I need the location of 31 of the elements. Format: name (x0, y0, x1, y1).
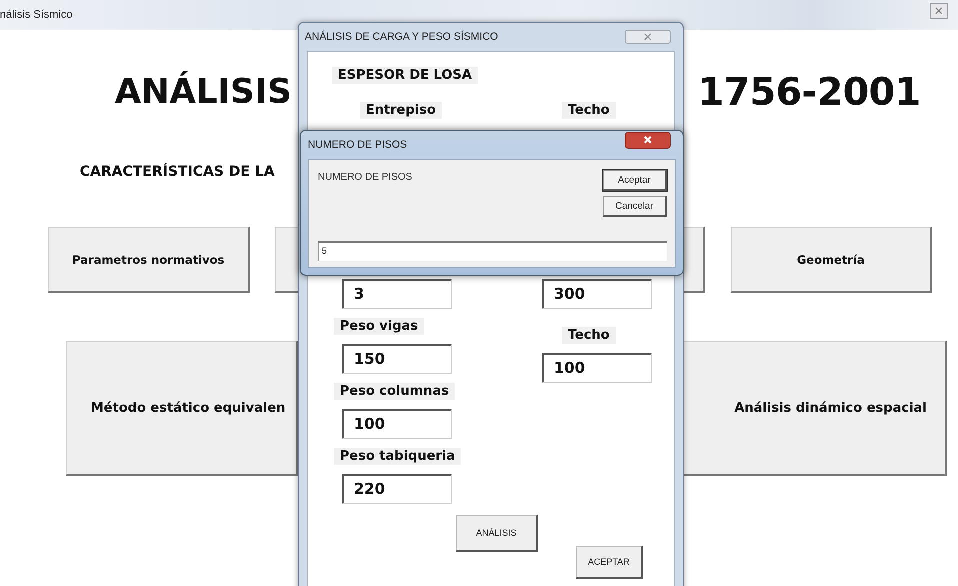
field-label: Techo (562, 102, 616, 119)
input-field[interactable]: 5 (318, 241, 667, 261)
form-button[interactable]: Método estático equivalen (66, 341, 298, 476)
dialog-button[interactable]: Cancelar (603, 196, 667, 217)
dialog-button[interactable]: Aceptar (603, 170, 667, 191)
analysis-button[interactable]: ANÁLISIS (456, 515, 538, 552)
heading: 1756-2001 (698, 70, 921, 114)
close-icon[interactable] (625, 132, 671, 149)
input-field[interactable]: 3 (342, 279, 452, 309)
prompt-text: NUMERO DE PISOS (318, 172, 412, 183)
dialog-title: ANÁLISIS DE CARGA Y PESO SÍSMICO (305, 30, 498, 42)
accept-button[interactable]: ACEPTAR (576, 546, 643, 579)
input-field[interactable]: 100 (342, 409, 452, 439)
field-label: Peso columnas (334, 383, 456, 400)
input-field[interactable]: 100 (542, 353, 652, 383)
field-label: Peso vigas (334, 318, 424, 335)
input-field[interactable]: 150 (342, 344, 452, 374)
field-label: Peso tabiqueria (334, 448, 462, 465)
form-button[interactable]: Parametros normativos (48, 227, 250, 293)
input-field[interactable]: 300 (542, 279, 652, 309)
field-label: Entrepiso (360, 102, 442, 119)
input-field[interactable]: 220 (342, 474, 452, 504)
field-label: Techo (562, 327, 616, 344)
form-button[interactable]: Análisis dinámico espacial (683, 341, 947, 476)
close-icon[interactable] (930, 3, 948, 19)
section-heading: CARACTERÍSTICAS DE LA (80, 164, 275, 180)
window-title: nálisis Sísmico (0, 9, 73, 21)
dialog-title: NUMERO DE PISOS (308, 138, 408, 150)
form-button[interactable]: Geometría (731, 227, 932, 293)
heading: ANÁLISIS (115, 72, 292, 112)
field-label: ESPESOR DE LOSA (332, 67, 478, 84)
